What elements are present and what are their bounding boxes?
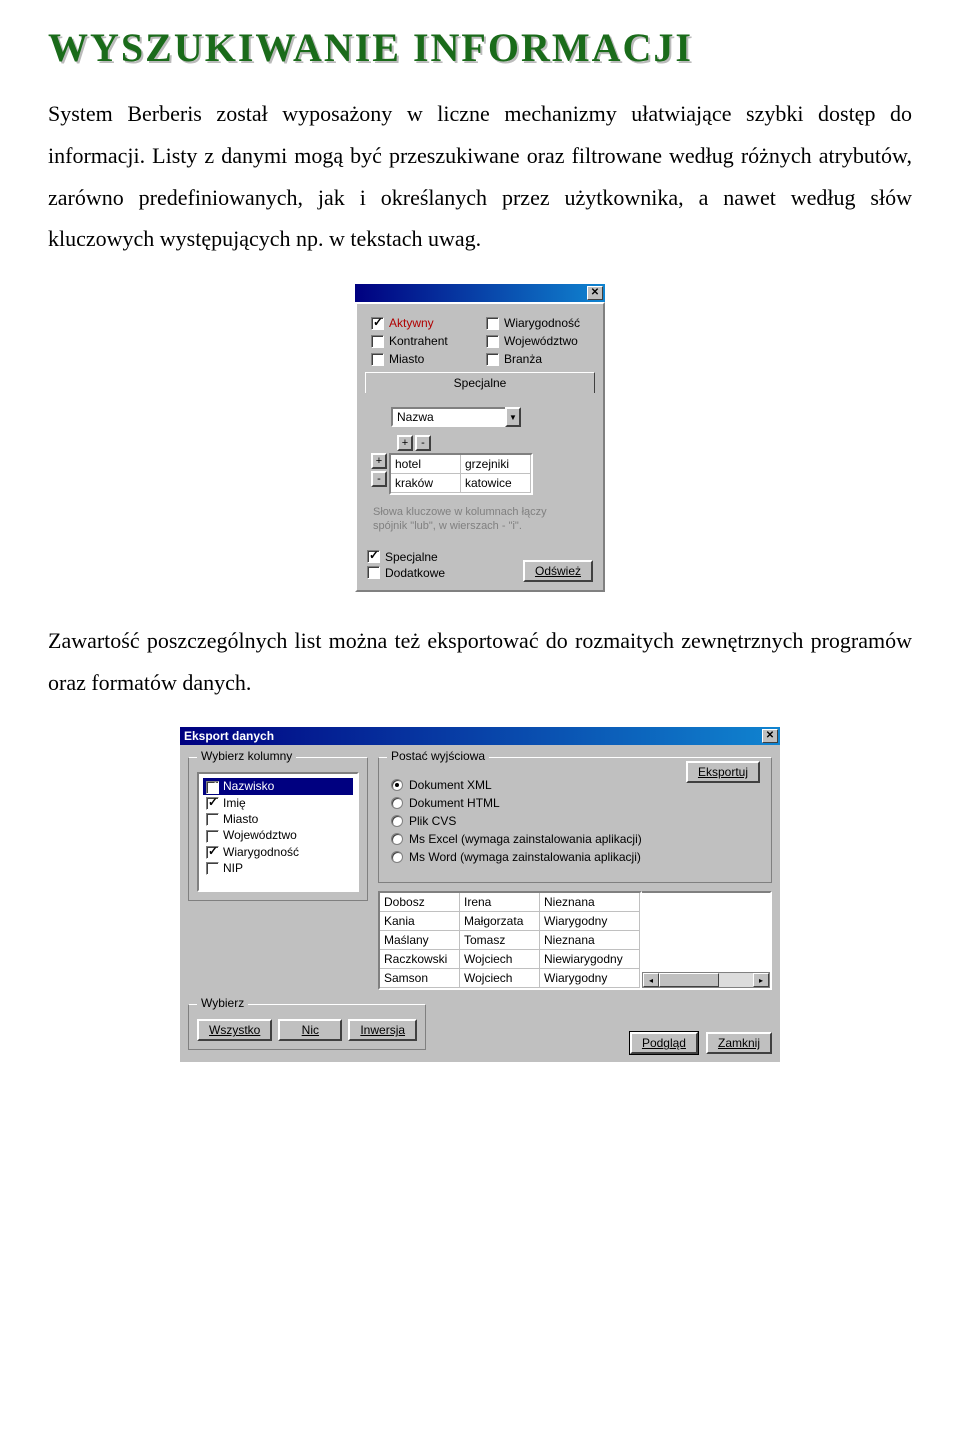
filter-dialog-titlebar: ✕ (355, 284, 605, 302)
preview-cell: Nieznana (540, 893, 640, 912)
add-row-button[interactable]: + (371, 453, 387, 469)
format-radio[interactable]: Plik CVS (391, 814, 759, 828)
preview-cell: Maślany (380, 931, 460, 950)
preview-pane: DoboszIrenaNieznanaKaniaMałgorzataWiaryg… (378, 891, 772, 990)
add-column-button[interactable]: + (397, 435, 413, 451)
column-item[interactable]: Miasto (203, 811, 353, 827)
column-item[interactable]: Wiarygodność (203, 844, 353, 860)
refresh-button[interactable]: Odśwież (523, 560, 593, 582)
chevron-down-icon[interactable]: ▼ (505, 407, 521, 427)
filter-dialog: ✕ Aktywny Wiarygodność Kontrahent Województ… (355, 284, 605, 592)
tab-specjalne[interactable]: Specjalne (365, 372, 595, 393)
field-dropdown[interactable]: Nazwa ▼ (391, 407, 521, 427)
remove-column-button[interactable]: - (415, 435, 431, 451)
keyword-cell[interactable]: katowice (461, 474, 531, 493)
hint-line1: Słowa kluczowe w kolumnach łączy (373, 506, 547, 518)
select-all-button[interactable]: Wszystko (197, 1019, 272, 1041)
columns-group: NazwiskoImięMiastoWojewództwoWiarygodnoś… (188, 757, 368, 901)
preview-button[interactable]: Podgląd (630, 1032, 698, 1054)
close-button[interactable]: Zamknij (706, 1032, 772, 1054)
preview-cell: Wiarygodny (540, 912, 640, 931)
paragraph-2: Zawartość poszczególnych list można też … (48, 620, 912, 704)
format-radio[interactable]: Ms Word (wymaga zainstalowania aplikacji… (391, 850, 759, 864)
columns-listbox[interactable]: NazwiskoImięMiastoWojewództwoWiarygodnoś… (197, 772, 359, 892)
filter-checkbox[interactable]: Wiarygodność (486, 316, 589, 330)
filter-checkbox[interactable]: Branża (486, 352, 589, 366)
preview-cell: Wojciech (460, 950, 540, 969)
option-checkbox[interactable]: Dodatkowe (367, 566, 445, 580)
preview-cell: Nieznana (540, 931, 640, 950)
close-icon[interactable]: ✕ (762, 729, 778, 743)
keyword-cell[interactable]: grzejniki (461, 455, 531, 474)
format-radio[interactable]: Dokument HTML (391, 796, 759, 810)
column-item[interactable]: Nazwisko (203, 778, 353, 794)
paragraph-1: System Berberis został wyposażony w licz… (48, 93, 912, 260)
preview-cell: Raczkowski (380, 950, 460, 969)
close-icon[interactable]: ✕ (587, 286, 603, 300)
scroll-right-icon[interactable]: ▸ (753, 973, 769, 987)
preview-cell: Kania (380, 912, 460, 931)
preview-cell: Irena (460, 893, 540, 912)
export-button[interactable]: Eksportuj (686, 761, 760, 783)
option-checkbox[interactable]: Specjalne (367, 550, 445, 564)
column-item[interactable]: Województwo (203, 827, 353, 843)
select-group: Wszystko Nic Inwersja (188, 1004, 426, 1050)
field-dropdown-value: Nazwa (391, 407, 505, 427)
keyword-cell[interactable]: hotel (391, 455, 461, 474)
horizontal-scrollbar[interactable]: ◂ ▸ (642, 972, 770, 988)
preview-cell: Wojciech (460, 969, 540, 988)
page-title: WYSZUKIWANIE INFORMACJI (48, 24, 912, 71)
export-dialog-title: Eksport danych (184, 729, 274, 743)
column-item[interactable]: NIP (203, 860, 353, 876)
invert-selection-button[interactable]: Inwersja (348, 1019, 417, 1041)
export-dialog: Eksport danych ✕ NazwiskoImięMiastoWojew… (180, 727, 780, 1062)
select-none-button[interactable]: Nic (278, 1019, 342, 1041)
filter-checkbox[interactable]: Kontrahent (371, 334, 474, 348)
preview-cell: Małgorzata (460, 912, 540, 931)
preview-cell: Tomasz (460, 931, 540, 950)
keyword-cell[interactable]: kraków (391, 474, 461, 493)
filter-checkbox[interactable]: Miasto (371, 352, 474, 366)
preview-cell: Dobosz (380, 893, 460, 912)
filter-checkbox[interactable]: Województwo (486, 334, 589, 348)
preview-cell: Niewiarygodny (540, 950, 640, 969)
preview-cell: Samson (380, 969, 460, 988)
filter-checkbox[interactable]: Aktywny (371, 316, 474, 330)
scroll-left-icon[interactable]: ◂ (643, 973, 659, 987)
format-radio[interactable]: Ms Excel (wymaga zainstalowania aplikacj… (391, 832, 759, 846)
remove-row-button[interactable]: - (371, 471, 387, 487)
keywords-grid[interactable]: hotelgrzejnikikrakówkatowice (389, 453, 533, 495)
preview-cell: Wiarygodny (540, 969, 640, 988)
export-dialog-titlebar: Eksport danych ✕ (180, 727, 780, 745)
hint-line2: spójnik "lub", w wierszach - "i". (373, 520, 522, 532)
column-item[interactable]: Imię (203, 795, 353, 811)
